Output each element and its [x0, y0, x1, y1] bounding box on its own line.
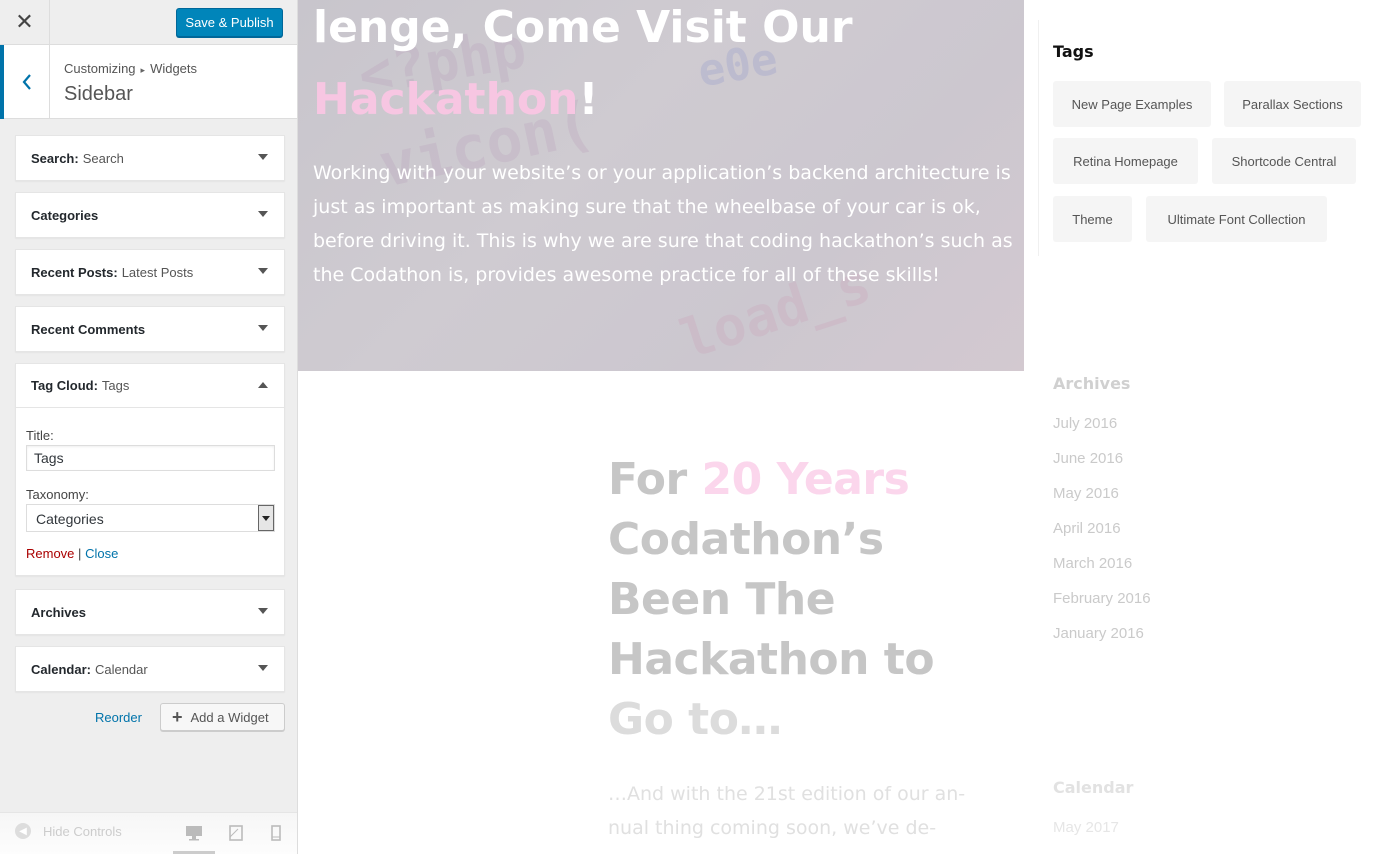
widget-name: Archives [31, 604, 86, 620]
add-widget-button[interactable]: + Add a Widget [160, 703, 285, 731]
breadcrumb-item: Widgets [150, 61, 198, 76]
collapse-arrow-icon[interactable] [258, 382, 268, 388]
widget-name: Recent Comments [31, 321, 146, 337]
breadcrumb-item: Customizing [64, 61, 136, 76]
widget-recent-posts[interactable]: Recent Posts: Latest Posts [15, 249, 285, 295]
title-label: Title: [26, 428, 54, 443]
customizer-topbar: ✕ Save & Publish [0, 0, 297, 45]
tag-link[interactable]: Retina Homepage [1053, 138, 1198, 184]
calendar-month: May 2017 [1053, 819, 1119, 836]
taxonomy-selected-value: Categories [36, 511, 104, 527]
widget-categories[interactable]: Categories [15, 192, 285, 238]
widget-name: Search: [31, 150, 79, 166]
tag-link[interactable]: Theme [1053, 196, 1132, 242]
calendar-widget-title: Calendar [1053, 778, 1134, 797]
widget-header[interactable]: Tag Cloud: Tags [16, 364, 284, 408]
widget-name: Recent Posts: [31, 264, 118, 280]
widget-header[interactable]: Recent Comments [16, 307, 284, 351]
widget-header[interactable]: Recent Posts: Latest Posts [16, 250, 284, 294]
hero-heading-end: ! [578, 74, 599, 125]
section-heading: For 20 Years Codathon’s Been The Hackath… [608, 450, 968, 750]
widget-form: Title: Taxonomy: Categories Remove | Clo… [16, 408, 284, 571]
desktop-icon[interactable] [186, 825, 202, 841]
heading-part: Codathon’s Been The Hackathon to [608, 514, 935, 685]
reorder-link[interactable]: Reorder [95, 710, 142, 725]
collapse-icon: ◀ [15, 823, 31, 839]
customizer-footer: ◀ Hide Controls [0, 812, 297, 854]
remove-link[interactable]: Remove [26, 546, 74, 561]
archive-link[interactable]: May 2016 [1053, 485, 1119, 502]
hero-heading-line: lenge, Come Visit Our [313, 2, 853, 53]
chevron-left-icon [22, 74, 31, 90]
hero-heading-highlight: Hackathon [313, 74, 579, 125]
tablet-icon[interactable] [229, 825, 243, 841]
heading-part: For [608, 454, 687, 505]
archive-link[interactable]: June 2016 [1053, 450, 1123, 467]
tag-link[interactable]: New Page Examples [1053, 81, 1211, 127]
widget-title: Latest Posts [121, 264, 194, 280]
widget-recent-comments[interactable]: Recent Comments [15, 306, 285, 352]
add-widget-label: Add a Widget [190, 709, 269, 725]
close-link[interactable]: Close [85, 546, 118, 561]
section-title: Sidebar [64, 83, 133, 105]
widget-header[interactable]: Search: Search [16, 136, 284, 180]
back-button[interactable] [0, 45, 50, 119]
archive-link[interactable]: February 2016 [1053, 590, 1151, 607]
widget-name: Tag Cloud: [31, 378, 98, 393]
archive-link[interactable]: July 2016 [1053, 415, 1117, 432]
widget-calendar[interactable]: Calendar: Calendar [15, 646, 285, 692]
widget-archives[interactable]: Archives [15, 589, 285, 635]
expand-arrow-icon[interactable] [258, 154, 268, 160]
plus-icon: + [172, 706, 183, 727]
breadcrumb-separator: ▸ [140, 65, 146, 75]
archive-link[interactable]: March 2016 [1053, 555, 1132, 572]
hero-heading-line: Hackathon! [313, 64, 853, 136]
close-customizer-button[interactable]: ✕ [0, 0, 50, 45]
customizer-panel: ✕ Save & Publish Customizing ▸ Widgets Sid… [0, 0, 298, 854]
widget-title: Tags [101, 378, 130, 393]
widget-header[interactable]: Archives [16, 590, 284, 634]
mobile-icon[interactable] [271, 825, 281, 841]
hide-controls-label: Hide Controls [43, 823, 122, 839]
expand-arrow-icon[interactable] [258, 608, 268, 614]
expand-arrow-icon[interactable] [258, 211, 268, 217]
widget-tag-cloud[interactable]: Tag Cloud:Tags Title: Taxonomy: Categori… [15, 363, 285, 576]
expand-arrow-icon[interactable] [258, 268, 268, 274]
tag-link[interactable]: Parallax Sections [1224, 81, 1361, 127]
hide-controls-button[interactable]: ◀ Hide Controls [15, 823, 122, 839]
taxonomy-label: Taxonomy: [26, 487, 89, 502]
action-separator: | [78, 546, 82, 561]
widget-header[interactable]: Categories [16, 193, 284, 237]
tags-widget-title: Tags [1053, 42, 1094, 61]
breadcrumb: Customizing ▸ Widgets [64, 61, 197, 76]
archive-link[interactable]: April 2016 [1053, 520, 1121, 537]
widget-actions: Remove | Close [26, 546, 274, 561]
tag-link[interactable]: Shortcode Central [1212, 138, 1356, 184]
expand-arrow-icon[interactable] [258, 665, 268, 671]
widget-name: Calendar: [31, 661, 91, 677]
title-input[interactable] [26, 445, 275, 471]
expand-arrow-icon[interactable] [258, 325, 268, 331]
widget-search[interactable]: Search: Search [15, 135, 285, 181]
widget-title: Search [82, 150, 124, 166]
hero-section: <?php vicon( load_s e0e lenge, Come Visi… [298, 0, 1024, 371]
taxonomy-select[interactable]: Categories [26, 504, 275, 532]
archives-widget-title: Archives [1053, 374, 1131, 393]
dropdown-arrow-icon[interactable] [258, 505, 274, 531]
widget-title: Calendar [94, 661, 148, 677]
intro-text: …And with the 21st edition of our an­nua… [608, 783, 966, 839]
close-icon: ✕ [15, 10, 34, 35]
widget-name: Categories [31, 207, 99, 223]
tag-link[interactable]: Ultimate Font Collection [1146, 196, 1327, 242]
heading-highlight: 20 Years [701, 454, 910, 505]
hero-text: Working with your website’s or your appl… [313, 162, 1013, 286]
site-preview: <?php vicon( load_s e0e lenge, Come Visi… [298, 0, 1399, 854]
archive-link[interactable]: January 2016 [1053, 625, 1144, 642]
hero-heading: lenge, Come Visit Our Hackathon! [313, 0, 853, 136]
heading-part: Go to… [608, 694, 782, 745]
widget-header[interactable]: Calendar: Calendar [16, 647, 284, 691]
save-publish-button[interactable]: Save & Publish [176, 8, 283, 37]
sidebar-divider [1038, 20, 1039, 256]
section-header: Customizing ▸ Widgets Sidebar [0, 45, 297, 119]
